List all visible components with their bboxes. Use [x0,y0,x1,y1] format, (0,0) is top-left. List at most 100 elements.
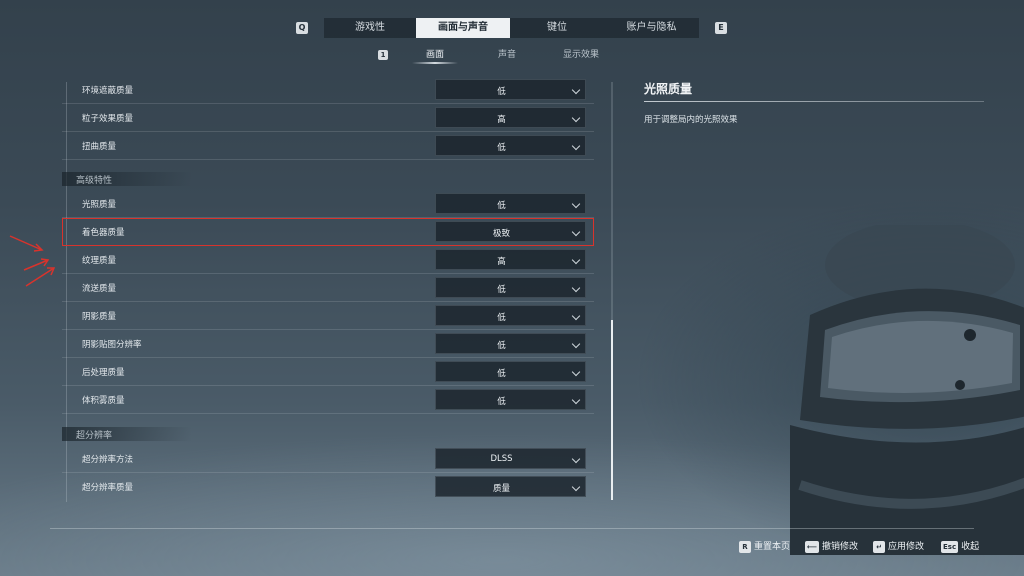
chevron-down-icon [571,283,581,293]
setting-dropdown[interactable]: 低 [435,193,586,214]
chevron-down-icon [571,199,581,209]
setting-row-lighting-quality[interactable]: 光照质量 低 [62,190,594,218]
subtab-display-effects[interactable]: 显示效果 [563,48,599,62]
chevron-down-icon [571,255,581,265]
undo-changes-label: 撤销修改 [822,542,859,552]
chevron-down-icon [571,395,581,405]
backspace-key-icon: ⟵ [805,541,820,553]
chevron-down-icon [571,339,581,349]
close-label: 收起 [961,542,980,552]
setting-row-shadow-quality[interactable]: 阴影质量 低 [62,302,594,330]
setting-row-postprocess-quality[interactable]: 后处理质量 低 [62,358,594,386]
setting-label: 后处理质量 [82,368,125,378]
dropdown-value: 高 [497,257,506,267]
esc-key-icon: Esc [941,541,959,553]
dropdown-value: DLSS [490,454,513,464]
setting-row-ambient-occlusion[interactable]: 环境遮蔽质量 低 [62,76,594,104]
enter-key-icon: ↵ [873,541,885,553]
setting-dropdown[interactable]: 高 [435,107,586,128]
undo-changes-button[interactable]: ⟵ 撤销修改 [805,541,858,553]
setting-label: 阴影质量 [82,312,117,322]
section-header-super-resolution: 超分辨率 [62,427,192,441]
scrollbar-thumb[interactable] [611,320,613,500]
prev-tab-key-hint[interactable]: Q [296,22,308,34]
info-panel-divider [644,101,984,102]
section-header-advanced: 高级特性 [62,172,192,186]
setting-label: 流送质量 [82,284,117,294]
dropdown-value: 低 [497,87,506,97]
dropdown-value: 高 [497,115,506,125]
setting-row-streaming-quality[interactable]: 流送质量 低 [62,274,594,302]
dropdown-value: 低 [497,285,506,295]
setting-label: 超分辨率方法 [82,455,134,465]
setting-dropdown[interactable]: 低 [435,389,586,410]
reset-page-label: 重置本页 [754,542,791,552]
setting-row-distortion-quality[interactable]: 扭曲质量 低 [62,132,594,160]
apply-changes-button[interactable]: ↵ 应用修改 [873,541,924,553]
info-panel-title: 光照质量 [644,82,693,96]
sub-tab-bar: 1 画面 声音 显示效果 [376,48,636,68]
tab-keybinds[interactable]: 键位 [510,18,604,38]
prev-subtab-key-hint[interactable]: 1 [378,50,388,60]
setting-row-superres-method[interactable]: 超分辨率方法 DLSS [62,445,594,473]
setting-dropdown[interactable]: 质量 [435,476,586,497]
setting-label: 扭曲质量 [82,142,117,152]
setting-row-particle-quality[interactable]: 粒子效果质量 高 [62,104,594,132]
dropdown-value: 低 [497,143,506,153]
setting-dropdown[interactable]: DLSS [435,448,586,469]
chevron-down-icon [571,367,581,377]
setting-row-superres-quality[interactable]: 超分辨率质量 质量 [62,473,594,501]
setting-dropdown[interactable]: 低 [435,305,586,326]
info-panel-description: 用于调整局内的光照效果 [644,115,738,125]
tab-gameplay[interactable]: 游戏性 [324,18,416,38]
chevron-down-icon [571,113,581,123]
settings-list: 环境遮蔽质量 低 粒子效果质量 高 扭曲质量 低 高级特性 光照质量 低 着色器… [62,76,602,506]
dropdown-value: 低 [497,201,506,211]
tab-graphics-audio[interactable]: 画面与声音 [416,18,510,38]
setting-label: 环境遮蔽质量 [82,86,134,96]
dropdown-value: 低 [497,369,506,379]
setting-dropdown[interactable]: 低 [435,79,586,100]
settings-scrollbar[interactable] [611,82,613,500]
subtab-audio[interactable]: 声音 [498,48,516,62]
setting-dropdown[interactable]: 低 [435,135,586,156]
tab-account-privacy[interactable]: 账户与隐私 [604,18,699,38]
helmet-background-image [790,225,1024,555]
setting-dropdown[interactable]: 低 [435,361,586,382]
apply-changes-label: 应用修改 [888,542,925,552]
section-title: 高级特性 [76,176,113,186]
setting-label: 阴影贴图分辨率 [82,340,142,350]
dropdown-value: 低 [497,341,506,351]
next-tab-key-hint[interactable]: E [715,22,727,34]
setting-dropdown[interactable]: 低 [435,277,586,298]
top-tabs-container: 游戏性 画面与声音 键位 账户与隐私 [324,18,699,38]
subtab-display[interactable]: 画面 [411,48,459,64]
reset-page-button[interactable]: R 重置本页 [739,541,790,553]
setting-row-shadowmap-resolution[interactable]: 阴影贴图分辨率 低 [62,330,594,358]
setting-dropdown[interactable]: 高 [435,249,586,270]
footer-divider [50,528,974,529]
chevron-down-icon [571,482,581,492]
dropdown-value: 质量 [492,484,510,494]
setting-label: 体积雾质量 [82,396,125,406]
chevron-down-icon [571,311,581,321]
highlight-box [62,218,594,246]
annotation-arrows [9,235,56,287]
chevron-down-icon [571,454,581,464]
setting-label: 纹理质量 [82,256,117,266]
setting-label: 光照质量 [82,200,117,210]
setting-row-shader-quality[interactable]: 着色器质量 极致 [62,218,594,246]
setting-label: 粒子效果质量 [82,114,134,124]
dropdown-value: 低 [497,397,506,407]
reset-key-icon: R [739,541,751,553]
close-button[interactable]: Esc 收起 [941,541,979,553]
chevron-down-icon [571,141,581,151]
setting-dropdown[interactable]: 低 [435,333,586,354]
setting-row-volumetric-fog[interactable]: 体积雾质量 低 [62,386,594,414]
setting-row-texture-quality[interactable]: 纹理质量 高 [62,246,594,274]
top-tab-bar: Q 游戏性 画面与声音 键位 账户与隐私 E [296,18,728,38]
dropdown-value: 低 [497,313,506,323]
setting-label: 超分辨率质量 [82,483,134,493]
chevron-down-icon [571,85,581,95]
section-title: 超分辨率 [76,431,113,441]
